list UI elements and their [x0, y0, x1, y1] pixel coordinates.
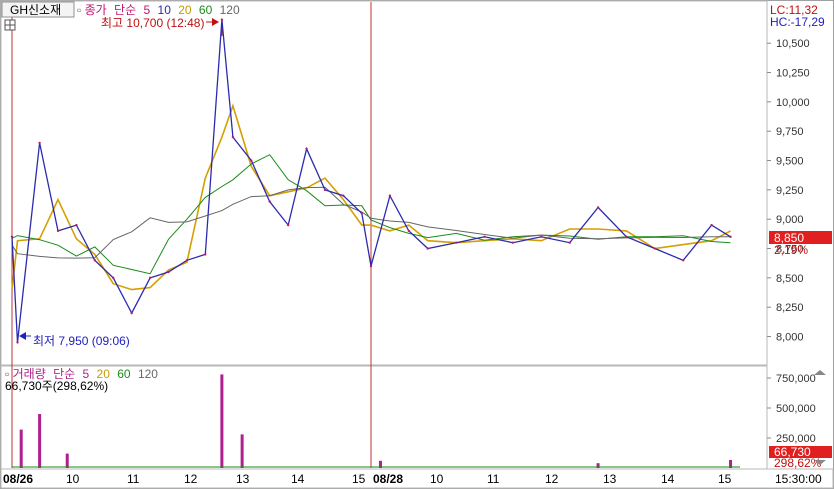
- price-point: [112, 276, 115, 280]
- price-point: [185, 259, 189, 262]
- price-point: [710, 223, 713, 227]
- price-point: [250, 159, 253, 162]
- price-point: [729, 235, 732, 238]
- price-point: [342, 194, 345, 197]
- time-axis-label: 15: [352, 472, 366, 486]
- ticker-title: GH신소재: [10, 3, 61, 17]
- price-point: [220, 18, 224, 21]
- stock-chart-window: GH신소재 ▫ 종가 단순 5 10 20 60 120 최고 10,700 (…: [0, 0, 834, 489]
- price-tick-label: 8,500: [776, 273, 804, 285]
- price-point: [426, 247, 429, 250]
- price-point: [130, 311, 133, 315]
- price-tick-label: 8,250: [776, 302, 804, 314]
- volume-bar: [220, 374, 224, 468]
- current-ratio-label: 298,62%: [774, 456, 822, 470]
- price-point: [10, 235, 14, 238]
- time-axis-label: 11: [127, 472, 140, 486]
- current-change-label: 2,19%: [774, 243, 808, 257]
- price-tick-label: 9,500: [776, 156, 804, 168]
- price-point: [407, 229, 411, 233]
- price-point: [454, 241, 458, 244]
- time-axis-label: 08/26: [3, 472, 33, 486]
- price-point: [75, 223, 78, 227]
- price-point: [38, 141, 41, 145]
- time-axis-label: 13: [603, 472, 617, 486]
- price-point: [16, 341, 19, 344]
- volume-bar: [65, 453, 69, 468]
- volume-legend-ma120: 120: [138, 367, 158, 381]
- price-point: [323, 188, 327, 192]
- legend-marker-icon: ▫: [77, 3, 81, 17]
- price-point: [286, 223, 290, 227]
- chart-canvas[interactable]: GH신소재 ▫ 종가 단순 5 10 20 60 120 최고 10,700 (…: [0, 0, 834, 489]
- volume-legend-ma60: 60: [117, 367, 131, 381]
- price-tick-label: 8,000: [776, 332, 804, 344]
- low-marker-label: 최저 7,950 (09:06): [33, 334, 130, 348]
- legend-ma120: 120: [220, 3, 240, 17]
- time-axis-label: 12: [184, 472, 198, 486]
- price-point: [204, 253, 207, 256]
- x-axis-area: [0, 468, 834, 489]
- price-point: [305, 147, 308, 150]
- price-tick-label: 10,500: [776, 38, 810, 50]
- time-axis-label: 15:30:00: [775, 472, 822, 486]
- price-point: [483, 235, 486, 238]
- price-point: [388, 194, 392, 197]
- time-axis-label: 14: [291, 472, 305, 486]
- legend-ma5: 5: [143, 3, 150, 17]
- volume-tick-label: 750,000: [776, 373, 816, 385]
- volume-bar: [19, 429, 23, 468]
- price-point: [268, 200, 271, 203]
- price-point: [231, 135, 235, 139]
- time-axis-label: 10: [430, 472, 444, 486]
- price-legend: ▫ 종가 단순 5 10 20 60 120: [77, 3, 240, 17]
- price-point: [568, 241, 571, 244]
- price-tick-label: 9,000: [776, 214, 804, 226]
- time-axis-label: 10: [66, 472, 80, 486]
- price-point: [540, 235, 543, 238]
- legend-ma20: 20: [178, 3, 192, 17]
- price-point: [369, 264, 373, 268]
- legend-ma10: 10: [158, 3, 172, 17]
- price-tick-label: 9,750: [776, 126, 804, 138]
- price-point: [625, 235, 628, 238]
- volume-bar: [240, 434, 244, 468]
- legend-close: 종가: [85, 3, 107, 17]
- price-point: [148, 276, 152, 280]
- volume-summary: 66,730주(298,62%): [5, 379, 108, 393]
- price-point: [511, 241, 515, 244]
- time-axis-label: 13: [236, 472, 250, 486]
- price-point: [653, 247, 657, 250]
- time-axis-label: 15: [718, 472, 732, 486]
- price-tick-label: 9,250: [776, 185, 804, 197]
- high-marker-label: 최고 10,700 (12:48): [101, 16, 204, 30]
- legend-ma60: 60: [199, 3, 213, 17]
- legend-simple: 단순: [114, 3, 136, 17]
- price-point: [56, 229, 60, 233]
- price-point: [93, 259, 97, 262]
- price-tick-label: 10,000: [776, 97, 810, 109]
- price-point: [167, 270, 170, 274]
- volume-tick-label: 500,000: [776, 403, 816, 415]
- price-point: [596, 206, 600, 209]
- time-axis-label: 08/28: [373, 472, 403, 486]
- volume-bar: [38, 414, 42, 468]
- price-tick-label: 10,250: [776, 68, 810, 80]
- time-axis-label: 12: [545, 472, 559, 486]
- price-point: [360, 212, 363, 215]
- volume-tick-label: 250,000: [776, 433, 816, 445]
- price-point: [682, 259, 685, 262]
- chart-frame: [0, 0, 834, 489]
- time-axis-label: 11: [487, 472, 500, 486]
- hc-label: HC:-17,29: [770, 15, 825, 29]
- time-axis-label: 14: [661, 472, 675, 486]
